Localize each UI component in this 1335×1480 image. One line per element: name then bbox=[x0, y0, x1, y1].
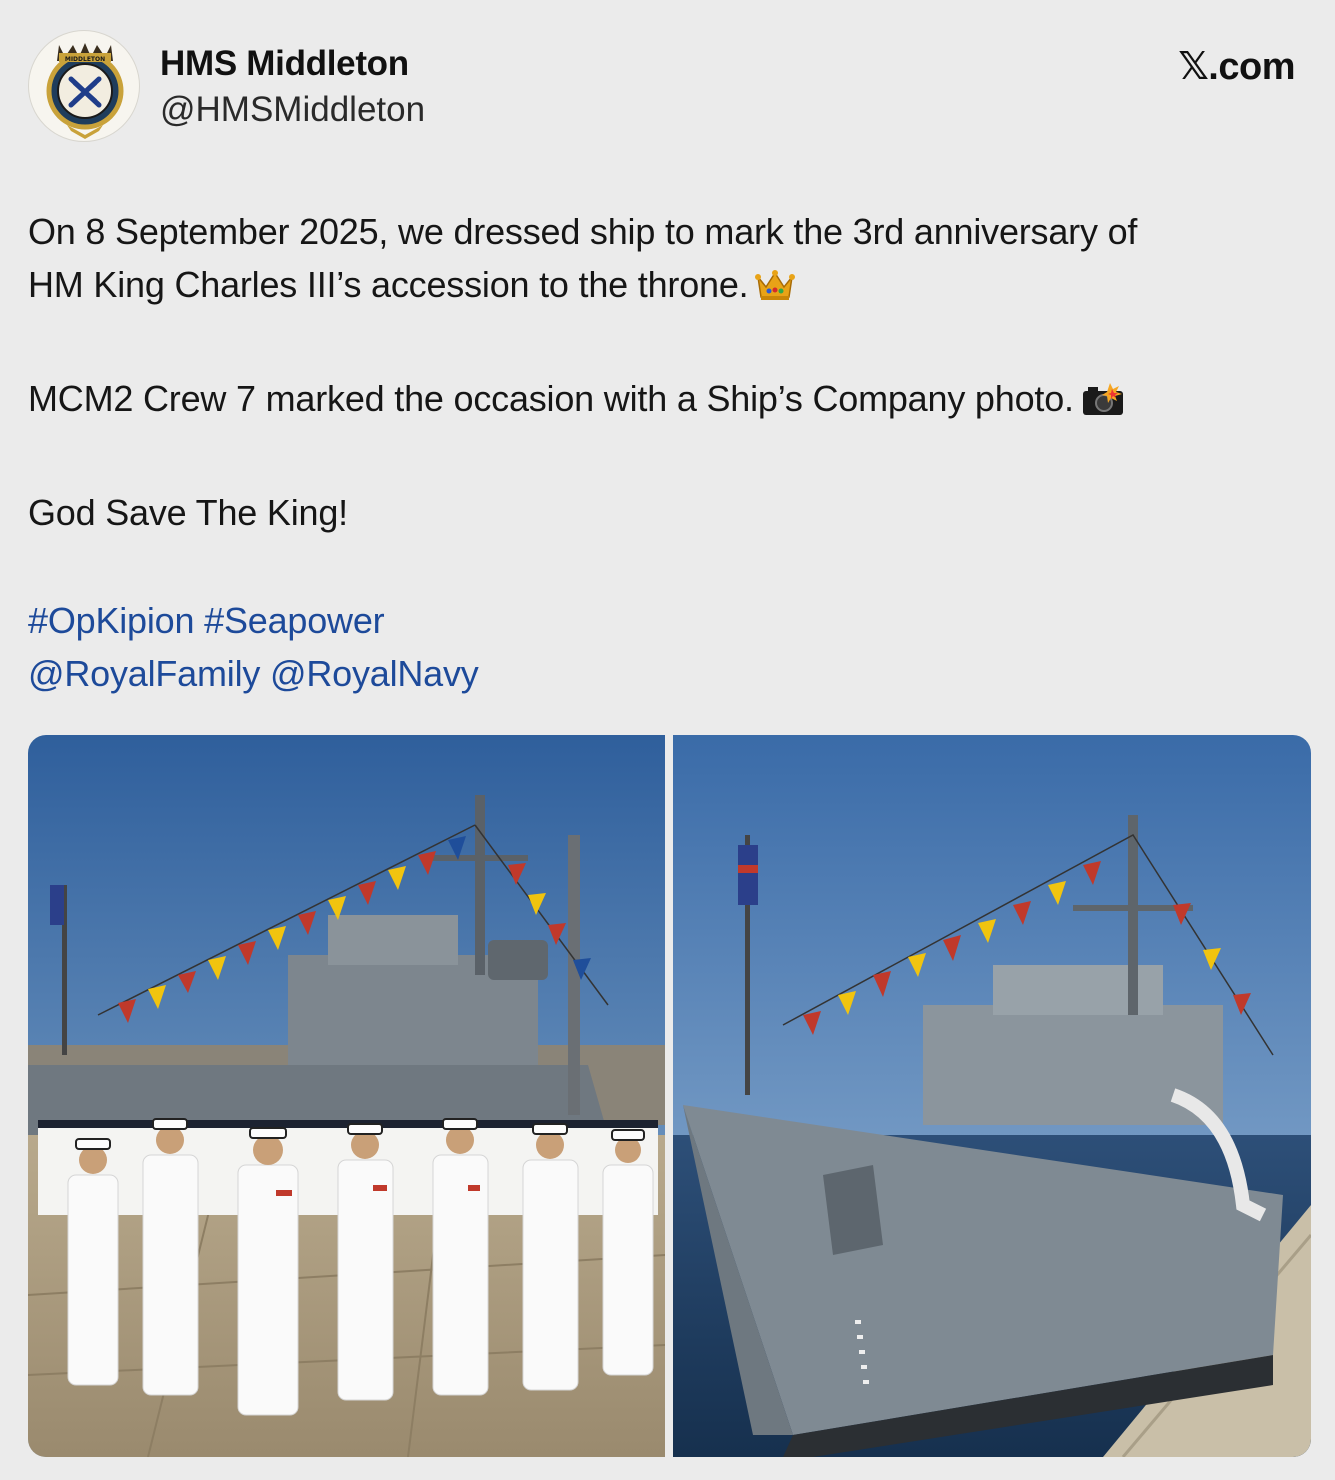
ship-crest-icon: MIDDLETON bbox=[46, 43, 124, 139]
display-name[interactable]: HMS Middleton bbox=[160, 44, 409, 84]
tweet-line-3: MCM2 Crew 7 marked the occasion with a S… bbox=[28, 372, 1318, 431]
tweet-line-4: God Save The King! bbox=[28, 492, 348, 533]
ship-company-image bbox=[28, 735, 665, 1457]
hashtag-opkipion[interactable]: #OpKipion bbox=[28, 600, 195, 641]
tweet-line-2: HM King Charles III’s accession to the t… bbox=[28, 258, 1318, 317]
x-com-logo: 𝕏.com bbox=[1178, 46, 1295, 88]
ship-bow-image bbox=[673, 735, 1311, 1457]
tweet-line-3-text: MCM2 Crew 7 marked the occasion with a S… bbox=[28, 378, 1074, 419]
hashtag-line: #OpKipion #Seapower bbox=[28, 594, 1318, 647]
photo-ship-bow[interactable] bbox=[673, 735, 1311, 1457]
photo-ship-company[interactable] bbox=[28, 735, 665, 1457]
hashtag-seapower[interactable]: #Seapower bbox=[204, 600, 385, 641]
mention-royalfamily[interactable]: @RoyalFamily bbox=[28, 653, 260, 694]
mention-royalnavy[interactable]: @RoyalNavy bbox=[270, 653, 479, 694]
tweet-header: MIDDLETON HMS Middleton @HMSMiddleton 𝕏.… bbox=[0, 0, 1335, 150]
tweet-text: On 8 September 2025, we dressed ship to … bbox=[28, 205, 1318, 700]
camera-flash-icon bbox=[1080, 378, 1126, 431]
crown-icon bbox=[754, 264, 795, 317]
svg-text:MIDDLETON: MIDDLETON bbox=[65, 56, 105, 63]
tweet-line-2-text: HM King Charles III’s accession to the t… bbox=[28, 264, 749, 305]
media-grid bbox=[28, 735, 1311, 1457]
mention-line: @RoyalFamily @RoyalNavy bbox=[28, 647, 1318, 700]
tweet-line-1: On 8 September 2025, we dressed ship to … bbox=[28, 211, 1138, 252]
avatar[interactable]: MIDDLETON bbox=[28, 30, 140, 142]
user-handle[interactable]: @HMSMiddleton bbox=[160, 90, 425, 130]
